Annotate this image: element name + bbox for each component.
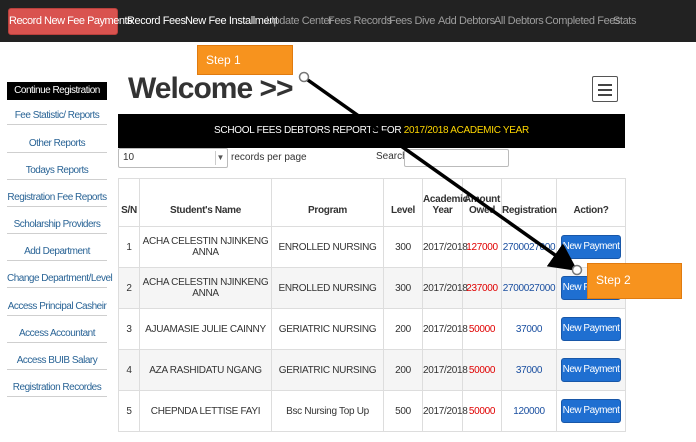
cell-action: New Payment — [556, 349, 626, 391]
banner-prefix: SCHOOL FEES DEBTORS REPORTS FOR — [214, 125, 404, 136]
cell-sn: 3 — [118, 308, 140, 350]
sidebar-item-registration-recordes[interactable]: Registration Recordes — [7, 382, 107, 397]
cell-academic-year: 2017/2018 — [422, 226, 468, 268]
nav-record-fees[interactable]: Record Fees — [127, 0, 186, 42]
cell-registration: 37000 — [501, 349, 557, 391]
sidebar-item-other-reports[interactable]: Other Reports — [7, 138, 107, 153]
nav-record-new-fee-payments[interactable]: Record New Fee Payments — [8, 8, 133, 35]
step1-callout: Step 1 — [197, 45, 293, 75]
cell-registration: 2700027000 — [501, 226, 557, 268]
table-header-row: S/N Student's Name Program Level Academi… — [118, 178, 626, 227]
sidebar-item-registration-fee-reports[interactable]: Registration Fee Reports — [7, 192, 107, 207]
cell-student-name: ACHA CELESTIN NJINKENG ANNA — [139, 267, 272, 309]
report-banner: SCHOOL FEES DEBTORS REPORTS FOR 2017/201… — [118, 114, 625, 148]
search-input[interactable] — [404, 149, 509, 167]
cell-academic-year: 2017/2018 — [422, 267, 468, 309]
cell-program: Bsc Nursing Top Up — [271, 390, 384, 432]
cell-level: 300 — [383, 267, 423, 309]
arrow-start-dot — [298, 71, 310, 83]
col-header-academic-year[interactable]: Academic Year — [422, 178, 468, 227]
new-payment-button[interactable]: New Payment — [561, 317, 621, 341]
cell-student-name: ACHA CELESTIN NJINKENG ANNA — [139, 226, 272, 268]
cell-program: ENROLLED NURSING — [271, 267, 384, 309]
nav-fees-records[interactable]: Fees Records — [328, 0, 392, 42]
cell-registration: 37000 — [501, 308, 557, 350]
nav-add-debtors[interactable]: Add Debtors — [438, 0, 495, 42]
cell-amount-owed: 237000 — [462, 267, 502, 309]
sidebar-item-access-principal-casheir[interactable]: Access Principal Casheir — [7, 301, 107, 316]
cell-sn: 5 — [118, 390, 140, 432]
cell-program: GERIATRIC NURSING — [271, 349, 384, 391]
cell-student-name: CHEPNDA LETTISE FAYI — [139, 390, 272, 432]
cell-level: 200 — [383, 308, 423, 350]
cell-level: 300 — [383, 226, 423, 268]
cell-level: 200 — [383, 349, 423, 391]
sidebar-item-fee-statistic-reports[interactable]: Fee Statistic/ Reports — [7, 110, 107, 125]
cell-academic-year: 2017/2018 — [422, 349, 468, 391]
cell-registration: 2700027000 — [501, 267, 557, 309]
cell-student-name: AZA RASHIDATU NGANG — [139, 349, 272, 391]
debtors-table: S/N Student's Name Program Level Academi… — [118, 178, 626, 432]
cell-action: New Payment — [556, 308, 626, 350]
col-header-level[interactable]: Level — [383, 178, 423, 227]
cell-academic-year: 2017/2018 — [422, 390, 468, 432]
col-header-sn[interactable]: S/N — [118, 178, 140, 227]
cell-amount-owed: 50000 — [462, 308, 502, 350]
col-header-registration[interactable]: Registration — [501, 178, 557, 227]
sidebar-item-scholarship-providers[interactable]: Scholarship Providers — [7, 219, 107, 234]
cell-action: New Payment — [556, 226, 626, 268]
cell-amount-owed: 50000 — [462, 390, 502, 432]
cell-program: ENROLLED NURSING — [271, 226, 384, 268]
col-header-action[interactable]: Action? — [556, 178, 626, 227]
print-button[interactable] — [592, 76, 618, 102]
records-per-page-value: 10 — [123, 152, 135, 163]
new-payment-button[interactable]: New Payment — [561, 358, 621, 382]
nav-stats[interactable]: Stats — [613, 0, 636, 42]
nav-all-debtors[interactable]: All Debtors — [494, 0, 544, 42]
chevron-down-icon: ▼ — [215, 151, 225, 165]
sidebar: Continue Registration Fee Statistic/ Rep… — [0, 72, 113, 442]
sidebar-item-access-buib-salary[interactable]: Access BUIB Salary — [7, 355, 107, 370]
sidebar-item-access-accountant[interactable]: Access Accountant — [7, 328, 107, 343]
top-navbar: Record New Fee Payments Record Fees New … — [0, 0, 696, 42]
col-header-amount-owed[interactable]: Amount Owed — [462, 178, 502, 227]
table-row: 1 ACHA CELESTIN NJINKENG ANNA ENROLLED NUR… — [118, 226, 626, 268]
page-title: Welcome >> — [128, 72, 294, 105]
cell-level: 500 — [383, 390, 423, 432]
cell-sn: 2 — [118, 267, 140, 309]
col-header-program[interactable]: Program — [271, 178, 384, 227]
new-payment-button[interactable]: New Payment — [561, 399, 621, 423]
nav-update-center[interactable]: Update Center — [266, 0, 333, 42]
step2-callout: Step 2 — [587, 263, 682, 299]
banner-year: 2017/2018 ACADEMIC YEAR — [403, 125, 530, 136]
sidebar-item-change-department-level[interactable]: Change Department/Level — [7, 273, 113, 288]
cell-sn: 1 — [118, 226, 140, 268]
cell-amount-owed: 127000 — [462, 226, 502, 268]
nav-new-fee-installment[interactable]: New Fee Installment — [185, 0, 278, 42]
sidebar-item-add-department[interactable]: Add Department — [7, 246, 107, 261]
print-icon — [598, 84, 612, 86]
cell-amount-owed: 50000 — [462, 349, 502, 391]
table-row: 3 AJUAMASIE JULIE CAINNY GERIATRIC NURSING… — [118, 308, 626, 350]
new-payment-button[interactable]: New Payment — [561, 235, 621, 259]
nav-completed-fees[interactable]: Completed Fees — [545, 0, 621, 42]
records-per-page-label: records per page — [231, 152, 307, 163]
table-row: 2 ACHA CELESTIN NJINKENG ANNA ENROLLED NUR… — [118, 267, 626, 309]
cell-action: New Payment — [556, 390, 626, 432]
records-per-page-select[interactable]: 10 ▼ — [118, 148, 228, 168]
cell-program: GERIATRIC NURSING — [271, 308, 384, 350]
sidebar-item-continue-registration[interactable]: Continue Registration — [7, 82, 107, 100]
cell-academic-year: 2017/2018 — [422, 308, 468, 350]
cell-sn: 4 — [118, 349, 140, 391]
table-row: 4 AZA RASHIDATU NGANG GERIATRIC NURSING 200… — [118, 349, 626, 391]
cell-registration: 120000 — [501, 390, 557, 432]
col-header-student-name[interactable]: Student's Name — [139, 178, 272, 227]
nav-fees-dive[interactable]: Fees Dive — [389, 0, 435, 42]
cell-student-name: AJUAMASIE JULIE CAINNY — [139, 308, 272, 350]
table-row: 5 CHEPNDA LETTISE FAYI Bsc Nursing Top Up 5… — [118, 390, 626, 432]
sidebar-item-todays-reports[interactable]: Todays Reports — [7, 165, 107, 180]
